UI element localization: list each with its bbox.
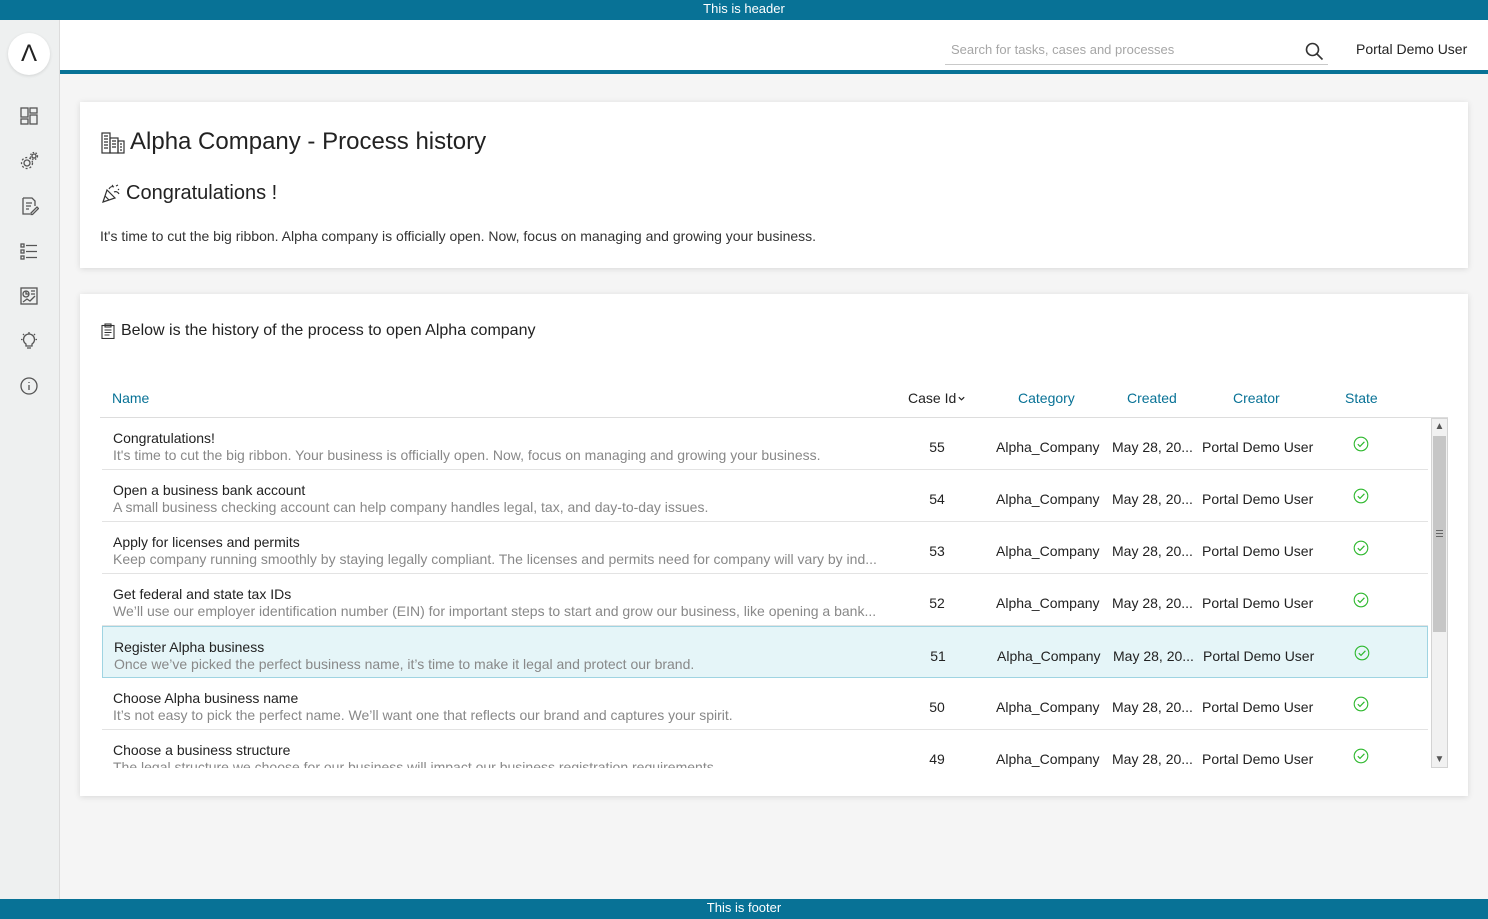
- case-created: May 28, 20...: [1112, 439, 1193, 455]
- case-created: May 28, 20...: [1112, 699, 1193, 715]
- intro-card: Alpha Company - Process history Congratu…: [80, 102, 1468, 268]
- table-row[interactable]: Open a business bank account A small busi…: [102, 470, 1428, 522]
- column-header-name[interactable]: Name: [112, 390, 149, 406]
- info-icon[interactable]: [17, 374, 41, 398]
- table-row[interactable]: Register Alpha business Once we’ve picked…: [102, 626, 1428, 678]
- case-creator: Portal Demo User: [1202, 751, 1314, 767]
- case-id: 51: [930, 648, 946, 664]
- case-creator: Portal Demo User: [1202, 595, 1314, 611]
- column-header-created[interactable]: Created: [1127, 390, 1177, 406]
- table-header: Name Case Id Category Created Creator St…: [100, 382, 1448, 418]
- case-description: A small business checking account can he…: [113, 499, 709, 515]
- case-category: Alpha_Company: [997, 648, 1101, 664]
- table-row[interactable]: Choose Alpha business name It’s not easy …: [102, 678, 1428, 730]
- tasks-icon[interactable]: [17, 194, 41, 218]
- state-done-check-icon: [1353, 592, 1369, 608]
- congratulations-text: Congratulations !: [126, 182, 278, 204]
- history-card: Below is the history of the process to o…: [80, 294, 1468, 796]
- case-created: May 28, 20...: [1112, 543, 1193, 559]
- case-category: Alpha_Company: [996, 595, 1100, 611]
- case-description: We’ll use our employer identification nu…: [113, 603, 877, 619]
- processes-gear-icon[interactable]: [17, 149, 41, 173]
- state-done-check-icon: [1353, 696, 1369, 712]
- case-created: May 28, 20...: [1112, 491, 1193, 507]
- state-done-check-icon: [1353, 436, 1369, 452]
- state-done-check-icon: [1354, 645, 1370, 661]
- case-id: 50: [929, 699, 945, 715]
- case-creator: Portal Demo User: [1203, 648, 1315, 664]
- case-name: Register Alpha business: [114, 639, 265, 655]
- column-header-category[interactable]: Category: [1018, 390, 1075, 406]
- history-table-body: Congratulations! It's time to cut the big…: [100, 418, 1430, 768]
- clipboard-icon: [101, 323, 115, 339]
- page-title: Alpha Company - Process history: [100, 128, 486, 156]
- scroll-grip-icon: [1436, 530, 1443, 537]
- case-category: Alpha_Company: [996, 543, 1100, 559]
- search-icon[interactable]: [1304, 41, 1324, 61]
- case-description: The legal structure we choose for our bu…: [113, 759, 714, 768]
- case-creator: Portal Demo User: [1202, 543, 1314, 559]
- case-description: Once we’ve picked the perfect business n…: [114, 656, 695, 672]
- user-menu[interactable]: Portal Demo User: [1356, 41, 1467, 57]
- case-name: Apply for licenses and permits: [113, 534, 300, 550]
- sidebar: Λ: [0, 20, 60, 899]
- table-row[interactable]: Congratulations! It's time to cut the big…: [102, 418, 1428, 470]
- building-icon: [101, 132, 125, 154]
- global-search: [945, 36, 1328, 65]
- page-footer-banner: This is footer: [0, 899, 1488, 919]
- search-input[interactable]: [945, 36, 1285, 62]
- congratulations-heading: Congratulations !: [100, 182, 277, 205]
- portal-logo[interactable]: Λ: [8, 33, 50, 75]
- table-row[interactable]: Get federal and state tax IDs We’ll use o…: [102, 574, 1428, 626]
- case-created: May 28, 20...: [1112, 751, 1193, 767]
- dashboard-icon[interactable]: [17, 104, 41, 128]
- celebration-icon: [102, 183, 120, 203]
- cases-list-icon[interactable]: [17, 239, 41, 263]
- statistics-icon[interactable]: [17, 284, 41, 308]
- column-header-state[interactable]: State: [1345, 390, 1378, 406]
- case-id: 52: [929, 595, 945, 611]
- history-heading-text: Below is the history of the process to o…: [121, 322, 536, 339]
- history-heading: Below is the history of the process to o…: [100, 322, 535, 340]
- case-category: Alpha_Company: [996, 491, 1100, 507]
- case-id: 55: [929, 439, 945, 455]
- state-done-check-icon: [1353, 488, 1369, 504]
- scroll-up-arrow-icon[interactable]: ▲: [1432, 419, 1447, 434]
- case-description: It’s not easy to pick the perfect name. …: [113, 707, 733, 723]
- top-bar: Portal Demo User: [60, 20, 1488, 74]
- case-name: Get federal and state tax IDs: [113, 586, 292, 602]
- page-title-text: Alpha Company - Process history: [130, 128, 487, 155]
- column-header-case-id-label: Case Id: [908, 390, 957, 406]
- table-row[interactable]: Choose a business structure The legal str…: [102, 730, 1428, 768]
- column-header-case-id[interactable]: Case Id: [908, 390, 966, 406]
- ideas-bulb-icon[interactable]: [17, 329, 41, 353]
- case-creator: Portal Demo User: [1202, 439, 1314, 455]
- case-name: Congratulations!: [113, 430, 215, 446]
- case-name: Choose Alpha business name: [113, 690, 299, 706]
- sort-descending-icon: [958, 396, 965, 401]
- column-header-creator[interactable]: Creator: [1233, 390, 1280, 406]
- case-name: Choose a business structure: [113, 742, 291, 758]
- case-creator: Portal Demo User: [1202, 699, 1314, 715]
- case-id: 54: [929, 491, 945, 507]
- case-created: May 28, 20...: [1112, 595, 1193, 611]
- case-name: Open a business bank account: [113, 482, 306, 498]
- case-category: Alpha_Company: [996, 699, 1100, 715]
- case-id: 49: [929, 751, 945, 767]
- case-description: It's time to cut the big ribbon. Your bu…: [113, 447, 821, 463]
- case-id: 53: [929, 543, 945, 559]
- intro-description: It's time to cut the big ribbon. Alpha c…: [100, 228, 817, 244]
- case-created: May 28, 20...: [1113, 648, 1194, 664]
- scroll-down-arrow-icon[interactable]: ▼: [1432, 752, 1447, 767]
- case-creator: Portal Demo User: [1202, 491, 1314, 507]
- table-scrollbar[interactable]: ▲ ▼: [1431, 418, 1448, 768]
- scroll-thumb[interactable]: [1433, 436, 1446, 632]
- table-row[interactable]: Apply for licenses and permits Keep compa…: [102, 522, 1428, 574]
- state-done-check-icon: [1353, 540, 1369, 556]
- case-category: Alpha_Company: [996, 751, 1100, 767]
- state-done-check-icon: [1353, 748, 1369, 764]
- case-category: Alpha_Company: [996, 439, 1100, 455]
- case-description: Keep company running smoothly by staying…: [113, 551, 877, 567]
- page-header-banner: This is header: [0, 0, 1488, 20]
